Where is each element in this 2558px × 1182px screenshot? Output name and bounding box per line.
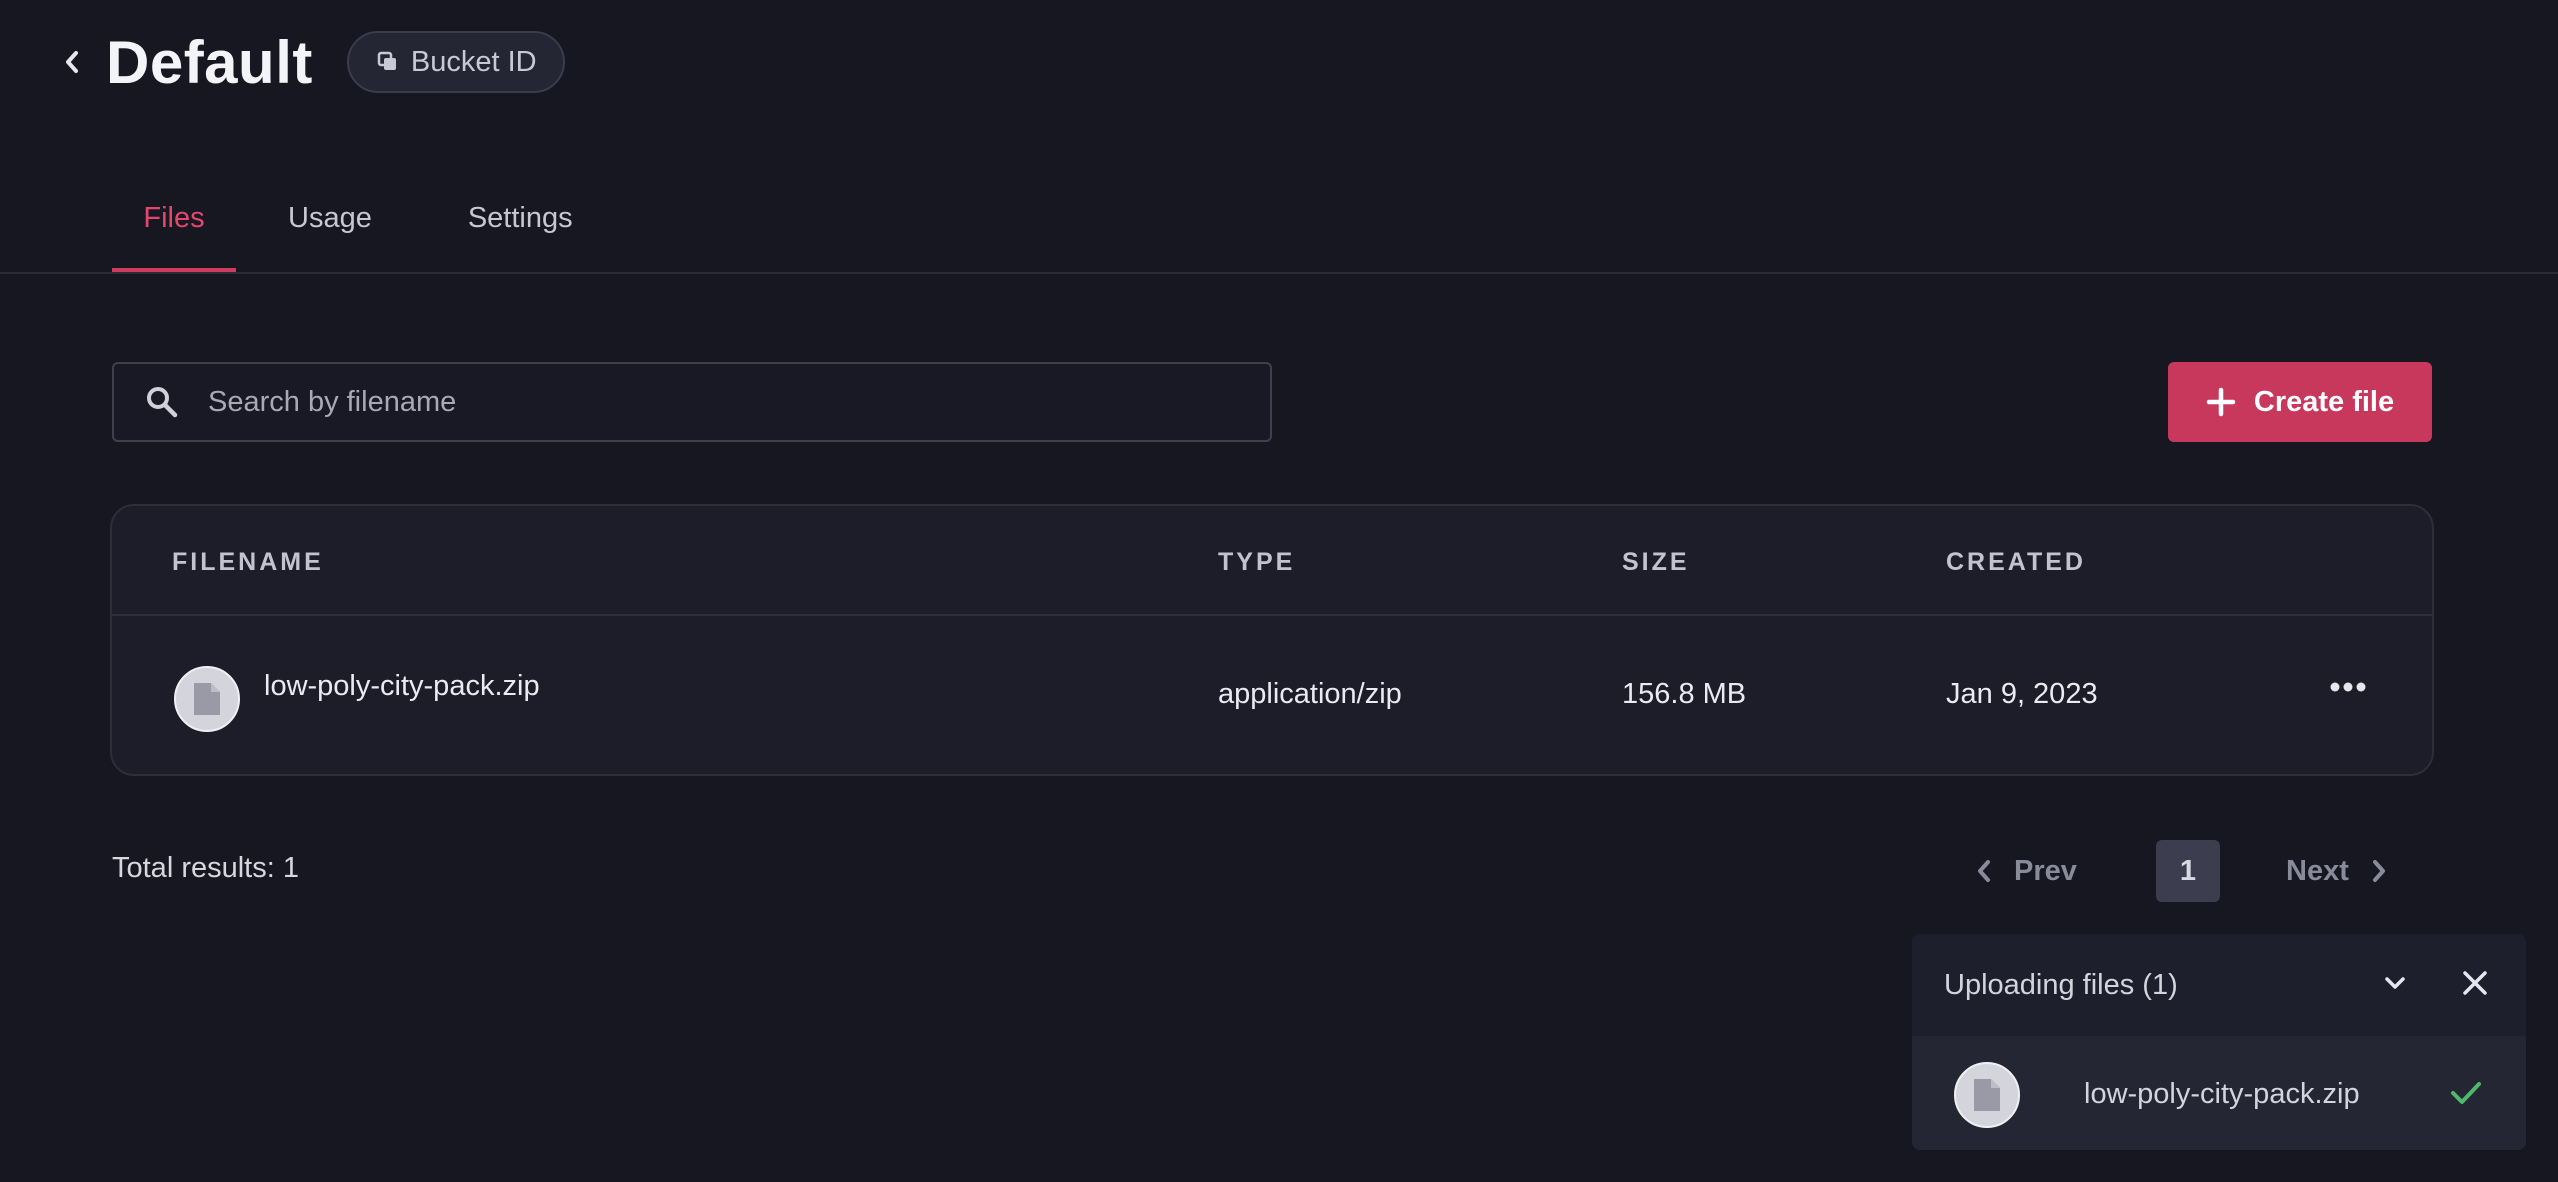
- upload-file-name: low-poly-city-pack.zip: [2084, 1078, 2360, 1110]
- chevron-down-icon: [2385, 977, 2405, 989]
- tab-settings[interactable]: Settings: [468, 170, 573, 272]
- create-file-label: Create file: [2253, 385, 2395, 418]
- total-results: Total results: 1: [112, 852, 299, 884]
- create-file-button[interactable]: Create file: [2168, 362, 2432, 442]
- upload-panel-title: Uploading files (1): [1944, 968, 2178, 1001]
- prev-page-button[interactable]: Prev: [1976, 840, 2077, 902]
- page-number-current[interactable]: 1: [2156, 840, 2220, 902]
- file-name[interactable]: low-poly-city-pack.zip: [264, 670, 540, 703]
- copy-icon: [377, 51, 396, 70]
- column-header-type[interactable]: TYPE: [1218, 548, 1295, 577]
- upload-panel-header: Uploading files (1): [1912, 934, 2526, 1036]
- prev-label: Prev: [2014, 854, 2077, 887]
- row-actions-button[interactable]: [2330, 680, 2366, 698]
- column-header-size[interactable]: SIZE: [1622, 548, 1690, 577]
- close-icon: [2463, 971, 2487, 995]
- page-header: Default Bucket ID: [56, 28, 565, 96]
- upload-file-avatar: [1954, 1062, 2020, 1128]
- column-header-created[interactable]: CREATED: [1946, 548, 2086, 577]
- page-title: Default: [106, 28, 313, 96]
- table-row[interactable]: low-poly-city-pack.zip application/zip 1…: [112, 616, 2432, 774]
- more-horizontal-icon: [2330, 682, 2366, 692]
- file-avatar: [174, 666, 240, 732]
- files-table: FILENAME TYPE SIZE CREATED low-poly-city…: [110, 504, 2434, 776]
- check-icon: [2451, 1082, 2481, 1104]
- close-upload-button[interactable]: [2460, 968, 2490, 1003]
- chevron-left-icon: [66, 51, 78, 73]
- back-button[interactable]: [56, 42, 88, 82]
- column-header-filename[interactable]: FILENAME: [172, 548, 324, 577]
- file-created: Jan 9, 2023: [1946, 678, 2098, 710]
- file-icon: [194, 683, 220, 715]
- search-icon: [147, 387, 178, 418]
- tabs-divider: [0, 272, 2558, 274]
- upload-status: [2450, 1080, 2482, 1111]
- bucket-id-button[interactable]: Bucket ID: [346, 31, 565, 93]
- tab-usage[interactable]: Usage: [288, 170, 372, 272]
- table-header: FILENAME TYPE SIZE CREATED: [112, 506, 2432, 616]
- search-box: [112, 362, 1272, 442]
- plus-icon: [2206, 387, 2236, 417]
- file-icon: [1974, 1079, 2000, 1111]
- search-input[interactable]: [208, 385, 1188, 419]
- file-type: application/zip: [1218, 678, 1402, 710]
- next-label: Next: [2286, 854, 2349, 887]
- bucket-id-label: Bucket ID: [410, 45, 537, 78]
- upload-panel: Uploading files (1) low-poly-city-pack.z…: [1912, 934, 2526, 1150]
- chevron-left-icon: [1978, 860, 1990, 882]
- file-size: 156.8 MB: [1622, 678, 1747, 710]
- collapse-upload-button[interactable]: [2382, 970, 2408, 1001]
- chevron-right-icon: [2372, 860, 2385, 882]
- next-page-button[interactable]: Next: [2286, 840, 2387, 902]
- tab-files[interactable]: Files: [112, 170, 236, 272]
- upload-item: low-poly-city-pack.zip: [1912, 1036, 2526, 1150]
- tab-bar: Files Usage Settings: [112, 170, 573, 272]
